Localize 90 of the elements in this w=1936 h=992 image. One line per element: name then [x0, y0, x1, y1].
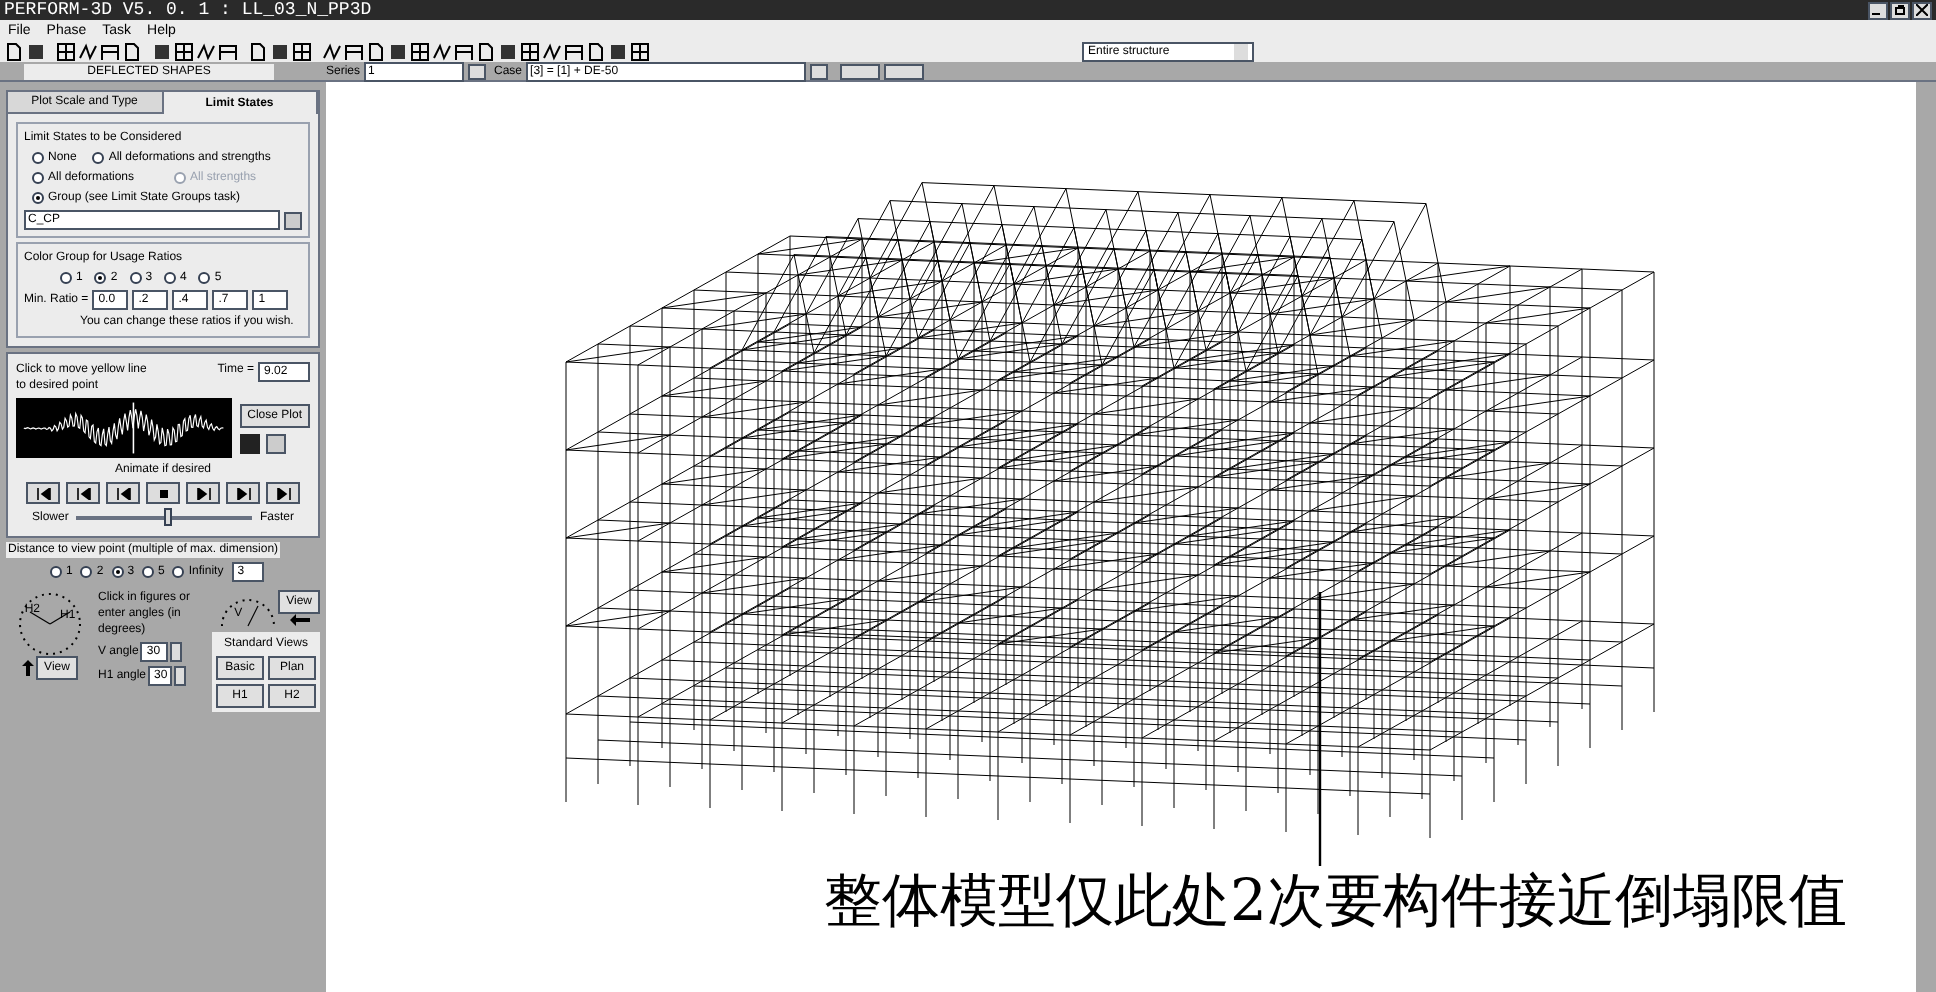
grid-icon: [292, 41, 312, 61]
toolbar-button[interactable]: [454, 41, 474, 61]
radio-button[interactable]: [94, 272, 107, 284]
playback-button[interactable]: [66, 482, 100, 504]
radio-button[interactable]: [92, 152, 105, 164]
window-title: PERFORM-3D V5. 0. 1 : LL_03_N_PP3D: [4, 0, 372, 20]
step-forward-icon: [235, 487, 251, 499]
grid-icon: [630, 41, 650, 61]
radio-button[interactable]: [172, 566, 185, 578]
playback-button[interactable]: [266, 482, 300, 504]
toolbar-button[interactable]: [78, 41, 98, 61]
zigzag-icon: [78, 41, 98, 61]
toolbar-button[interactable]: [196, 41, 216, 61]
toolbar-button[interactable]: [432, 41, 452, 61]
zigzag-icon: [322, 41, 342, 61]
annotation-text: 整体模型仅此处2次要构件接近倒塌限值: [824, 866, 1847, 934]
radio-button[interactable]: [50, 566, 62, 578]
radio-button[interactable]: [198, 272, 211, 284]
grid-icon: [174, 41, 194, 61]
minimize-button[interactable]: [1868, 1, 1888, 19]
zigzag-icon: [542, 41, 562, 61]
back-icon: [115, 487, 131, 499]
document-icon: [4, 41, 24, 61]
waveform-plot[interactable]: [16, 398, 232, 458]
play-icon: [195, 487, 211, 499]
toolbar-button[interactable]: [476, 41, 496, 61]
zigzag-icon: [196, 41, 216, 61]
toolbar-button[interactable]: [122, 41, 142, 61]
toolbar-button[interactable]: [586, 41, 606, 61]
radio-button[interactable]: [80, 566, 93, 578]
toolbar-button[interactable]: [56, 41, 76, 61]
toolbar-button[interactable]: [174, 41, 194, 61]
toolbar-button[interactable]: [542, 41, 562, 61]
grid-icon: [56, 41, 76, 61]
stop-icon: [155, 487, 171, 499]
zigzag-icon: [432, 41, 452, 61]
radio-button[interactable]: [32, 172, 44, 184]
refresh-button[interactable]: [284, 211, 302, 229]
playback-button[interactable]: [146, 482, 180, 504]
grid-icon: [520, 41, 540, 61]
toolbar-button[interactable]: [322, 41, 342, 61]
first-icon: [35, 487, 51, 499]
frame-icon: [344, 41, 364, 61]
toolbar-button[interactable]: [100, 41, 120, 61]
document-icon: [122, 41, 142, 61]
toolbar-button[interactable]: [564, 41, 584, 61]
playback-button[interactable]: [226, 482, 260, 504]
document-icon: [248, 41, 268, 61]
frame-icon: [454, 41, 474, 61]
restore-button[interactable]: [1890, 1, 1910, 19]
radio-button[interactable]: [164, 272, 177, 284]
radio-button[interactable]: [129, 272, 142, 284]
graph-button[interactable]: [265, 433, 286, 453]
left-arrow-icon: [289, 614, 310, 626]
last-icon: [275, 487, 291, 499]
slider-thumb[interactable]: [163, 508, 172, 526]
toolbar-button[interactable]: [344, 41, 364, 61]
toolbar-button[interactable]: [366, 41, 386, 61]
playback-button[interactable]: [106, 482, 140, 504]
toolbar-button[interactable]: [248, 41, 268, 61]
toolbar-button[interactable]: [218, 41, 238, 61]
radio-button[interactable]: [111, 566, 124, 578]
frame-icon: [100, 41, 120, 61]
step-back-icon: [75, 487, 91, 499]
radio-button[interactable]: [32, 192, 44, 204]
structure-drawing[interactable]: [565, 182, 1655, 839]
refresh-button[interactable]: [468, 63, 487, 79]
toolbar-button[interactable]: [292, 41, 312, 61]
frame-icon: [564, 41, 584, 61]
close-icon: [1916, 4, 1928, 16]
radio-button[interactable]: [142, 566, 155, 578]
document-icon: [366, 41, 386, 61]
restore-icon: [1894, 4, 1906, 16]
grid-icon: [410, 41, 430, 61]
playback-button[interactable]: [186, 482, 220, 504]
frame-icon: [218, 41, 238, 61]
radio-button[interactable]: [60, 272, 72, 284]
close-button[interactable]: [1912, 1, 1932, 19]
document-icon: [586, 41, 606, 61]
graph-button[interactable]: [239, 433, 260, 453]
document-icon: [476, 41, 496, 61]
refresh-button[interactable]: [810, 63, 829, 79]
toolbar-button[interactable]: [630, 41, 650, 61]
playback-button[interactable]: [26, 482, 60, 504]
toolbar-button[interactable]: [4, 41, 24, 61]
model-canvas[interactable]: 整体模型仅此处2次要构件接近倒塌限值: [326, 82, 1916, 992]
toolbar-button[interactable]: [410, 41, 430, 61]
radio-button[interactable]: [32, 152, 44, 164]
up-arrow-icon: [22, 660, 35, 676]
toolbar-button[interactable]: [520, 41, 540, 61]
